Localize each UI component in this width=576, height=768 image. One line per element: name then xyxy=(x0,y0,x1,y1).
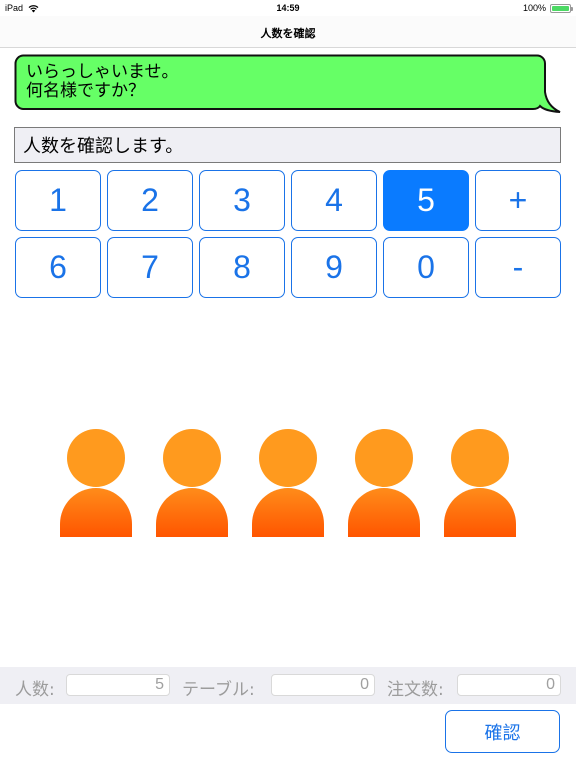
table-number-field: 0 xyxy=(271,674,375,696)
key-8[interactable]: 8 xyxy=(199,237,285,298)
order-count-field: 0 xyxy=(457,674,561,696)
status-right: 100% xyxy=(522,3,573,13)
people-display xyxy=(0,420,576,540)
people-count-field: 5 xyxy=(66,674,170,696)
key-1[interactable]: 1 xyxy=(15,170,101,231)
key-2[interactable]: 2 xyxy=(107,170,193,231)
key-3[interactable]: 3 xyxy=(199,170,285,231)
people-count-label: 人数: xyxy=(15,680,55,700)
order-count-label: 注文数: xyxy=(387,680,444,700)
key-plus[interactable]: + xyxy=(475,170,561,231)
message-field: 人数を確認します。 xyxy=(14,127,561,163)
person-icon xyxy=(346,420,422,540)
key-6[interactable]: 6 xyxy=(15,237,101,298)
key-minus[interactable]: - xyxy=(475,237,561,298)
navigation-bar: 人数を確認 xyxy=(0,16,576,48)
key-7[interactable]: 7 xyxy=(107,237,193,298)
key-9[interactable]: 9 xyxy=(291,237,377,298)
greeting-text: いらっしゃいませ。 何名様ですか？ xyxy=(26,62,179,101)
person-icon xyxy=(58,420,134,540)
status-time: 14:59 xyxy=(276,3,300,13)
page-title: 人数を確認 xyxy=(260,27,316,40)
confirm-button[interactable]: 確認 xyxy=(445,710,560,753)
person-icon xyxy=(154,420,230,540)
key-4[interactable]: 4 xyxy=(291,170,377,231)
battery-percent: 100% xyxy=(522,3,546,13)
person-icon xyxy=(442,420,518,540)
person-icon xyxy=(250,420,326,540)
battery-icon xyxy=(550,3,573,13)
number-keypad: 1 2 3 4 5 + 6 7 8 9 0 - xyxy=(15,170,561,298)
info-bar: 人数: 5 テーブル: 0 注文数: 0 xyxy=(0,667,576,704)
status-bar: iPad 14:59 100% xyxy=(0,0,576,16)
key-0[interactable]: 0 xyxy=(383,237,469,298)
table-label: テーブル: xyxy=(182,680,255,700)
speech-bubble: いらっしゃいませ。 何名様ですか？ xyxy=(14,54,562,116)
key-5[interactable]: 5 xyxy=(383,170,469,231)
